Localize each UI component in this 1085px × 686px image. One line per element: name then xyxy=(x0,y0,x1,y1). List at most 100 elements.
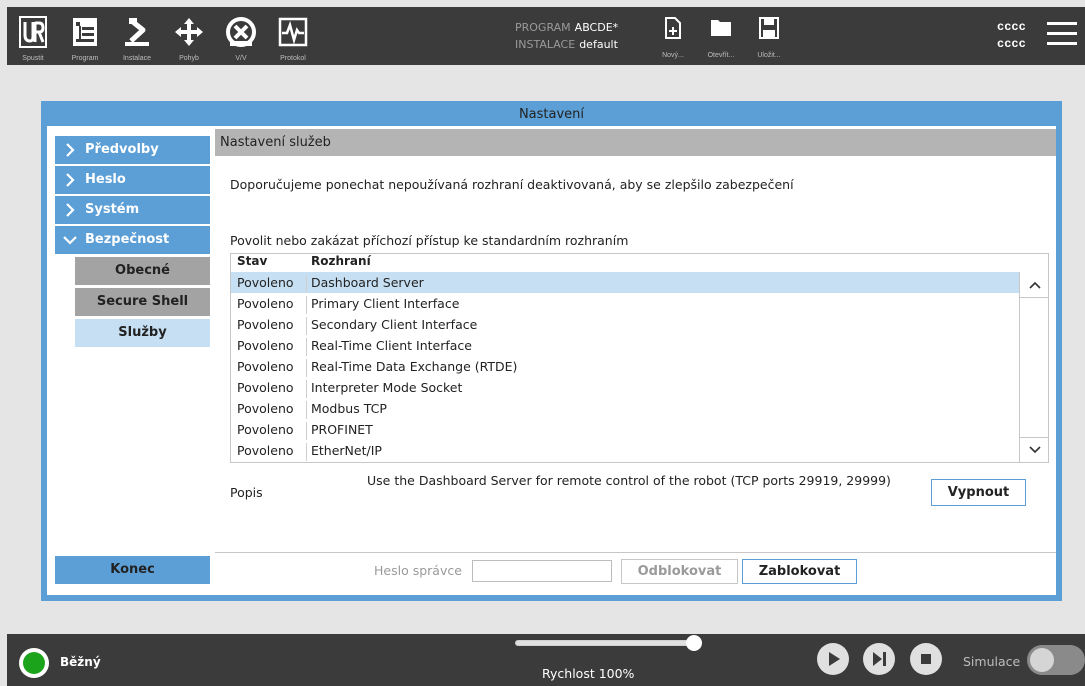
interface-name: EtherNet/IP xyxy=(311,443,382,458)
simulation-toggle[interactable] xyxy=(1027,645,1085,675)
interface-state: Povoleno xyxy=(237,380,294,395)
interface-list[interactable]: Stav Rozhraní Povoleno Dashboard Server Po… xyxy=(230,253,1049,463)
disable-button[interactable]: Vypnout xyxy=(931,479,1026,506)
nav-log-button[interactable]: Protokol xyxy=(267,7,319,65)
list-item[interactable]: Povoleno EtherNet/IP xyxy=(231,440,1019,461)
dialog-title: Nastavení xyxy=(518,107,585,122)
settings-dialog: Nastavení Předvolby Heslo Systém Bezpečn… xyxy=(41,101,1062,601)
list-item[interactable]: Povoleno Modbus TCP xyxy=(231,398,1019,419)
interface-name: Modbus TCP xyxy=(311,401,387,416)
nav-move-button[interactable]: Pohyb xyxy=(163,7,215,65)
user-line-2: cccc xyxy=(997,37,1026,51)
save-file-button[interactable]: Uložit... xyxy=(745,7,793,65)
sidebar-item-password[interactable]: Heslo xyxy=(55,166,210,194)
stop-button[interactable] xyxy=(910,643,942,675)
simulation-label: Simulace xyxy=(963,654,1021,669)
description-text: Use the Dashboard Server for remote cont… xyxy=(367,473,891,488)
list-item[interactable]: Povoleno PROFINET xyxy=(231,419,1019,440)
new-file-icon xyxy=(665,17,681,39)
nav-move-label: Pohyb xyxy=(179,55,199,62)
dialog-body: Předvolby Heslo Systém Bezpečnost Obecné… xyxy=(47,126,1056,595)
list-scrollbar[interactable] xyxy=(1019,272,1048,462)
column-divider xyxy=(306,275,307,293)
list-item[interactable]: Povoleno Real-Time Client Interface xyxy=(231,335,1019,356)
nav-log-label: Protokol xyxy=(280,55,306,62)
open-folder-icon xyxy=(711,20,731,36)
list-item[interactable]: Povoleno Secondary Client Interface xyxy=(231,314,1019,335)
interface-name: Real-Time Client Interface xyxy=(311,338,472,353)
scrollbar-track[interactable] xyxy=(1020,298,1048,437)
nav-program-button[interactable]: Program xyxy=(59,7,111,65)
interface-state: Povoleno xyxy=(237,275,294,290)
user-line-1: cccc xyxy=(997,20,1026,34)
lock-button[interactable]: Zablokovat xyxy=(742,559,857,584)
column-header-interface: Rozhraní xyxy=(311,254,371,268)
status-label: Běžný xyxy=(60,655,101,669)
chevron-down-icon xyxy=(63,236,77,245)
nav-io-button[interactable]: V/V xyxy=(215,7,267,65)
save-file-label: Uložit... xyxy=(757,52,781,59)
interface-name: Interpreter Mode Socket xyxy=(311,380,463,395)
new-file-button[interactable]: Nový... xyxy=(649,7,697,65)
nav-installation-button[interactable]: Instalace xyxy=(111,7,163,65)
description-label: Popis xyxy=(230,485,263,500)
step-icon xyxy=(873,652,886,666)
status-indicator-icon[interactable] xyxy=(19,648,49,678)
interface-name: Real-Time Data Exchange (RTDE) xyxy=(311,359,518,374)
exit-button[interactable]: Konec xyxy=(55,556,210,584)
installation-label: INSTALACE xyxy=(515,38,576,51)
move-icon xyxy=(175,18,203,46)
column-header-state: Stav xyxy=(237,254,268,268)
sidebar-item-security[interactable]: Bezpečnost xyxy=(55,226,210,254)
nav-run-button[interactable]: Spustit xyxy=(7,7,59,65)
sidebar-item-label: Předvolby xyxy=(85,142,159,157)
program-name: ABCDE* xyxy=(574,21,619,34)
installation-name: default xyxy=(579,38,618,51)
sidebar-item-system[interactable]: Systém xyxy=(55,196,210,224)
user-identifier: cccc cccc xyxy=(997,19,1026,53)
speed-label: Rychlost 100% xyxy=(542,666,635,681)
program-label: PROGRAM xyxy=(515,21,571,34)
recommendation-text: Doporučujeme ponechat nepoužívaná rozhra… xyxy=(230,177,794,192)
interface-state: Povoleno xyxy=(237,401,294,416)
sidebar-subitem-general[interactable]: Obecné xyxy=(75,257,210,285)
scroll-up-button[interactable] xyxy=(1020,272,1048,298)
chevron-down-icon xyxy=(1029,446,1041,454)
list-item[interactable]: Povoleno Primary Client Interface xyxy=(231,293,1019,314)
interface-name: Secondary Client Interface xyxy=(311,317,478,332)
ur-logo-icon xyxy=(19,16,47,48)
sidebar-subitem-services[interactable]: Služby xyxy=(75,319,210,347)
speed-slider[interactable] xyxy=(515,635,702,651)
hamburger-menu-icon[interactable] xyxy=(1047,22,1077,48)
scroll-down-button[interactable] xyxy=(1020,437,1048,462)
interface-state: Povoleno xyxy=(237,317,294,332)
column-divider xyxy=(306,380,307,398)
sidebar-item-label: Heslo xyxy=(85,172,126,187)
io-icon xyxy=(226,17,256,47)
list-item[interactable]: Povoleno Dashboard Server xyxy=(231,272,1019,293)
interface-state: Povoleno xyxy=(237,422,294,437)
new-file-label: Nový... xyxy=(662,52,684,59)
chevron-up-icon xyxy=(1029,281,1041,289)
list-item[interactable]: Povoleno Interpreter Mode Socket xyxy=(231,377,1019,398)
log-icon xyxy=(278,17,308,47)
play-button[interactable] xyxy=(817,643,849,675)
sidebar-item-label: Systém xyxy=(85,202,140,217)
speed-slider-fill xyxy=(516,641,694,645)
stop-icon xyxy=(921,654,931,664)
save-icon xyxy=(759,17,779,39)
services-panel: Nastavení služeb Doporučujeme ponechat n… xyxy=(215,129,1056,595)
sidebar-item-preferences[interactable]: Předvolby xyxy=(55,136,210,164)
interface-list-label: Povolit nebo zakázat příchozí přístup ke… xyxy=(230,233,629,248)
sidebar-subitem-secure-shell[interactable]: Secure Shell xyxy=(75,288,210,316)
interface-state: Povoleno xyxy=(237,338,294,353)
step-button[interactable] xyxy=(863,643,895,675)
admin-password-input[interactable] xyxy=(472,560,612,582)
unlock-button[interactable]: Odblokovat xyxy=(621,559,738,584)
column-divider xyxy=(306,317,307,335)
installation-icon xyxy=(125,18,149,46)
list-item[interactable]: Povoleno Real-Time Data Exchange (RTDE) xyxy=(231,356,1019,377)
panel-header: Nastavení služeb xyxy=(215,129,1056,156)
speed-slider-knob[interactable] xyxy=(686,635,702,651)
open-file-button[interactable]: Otevřít... xyxy=(697,7,745,65)
